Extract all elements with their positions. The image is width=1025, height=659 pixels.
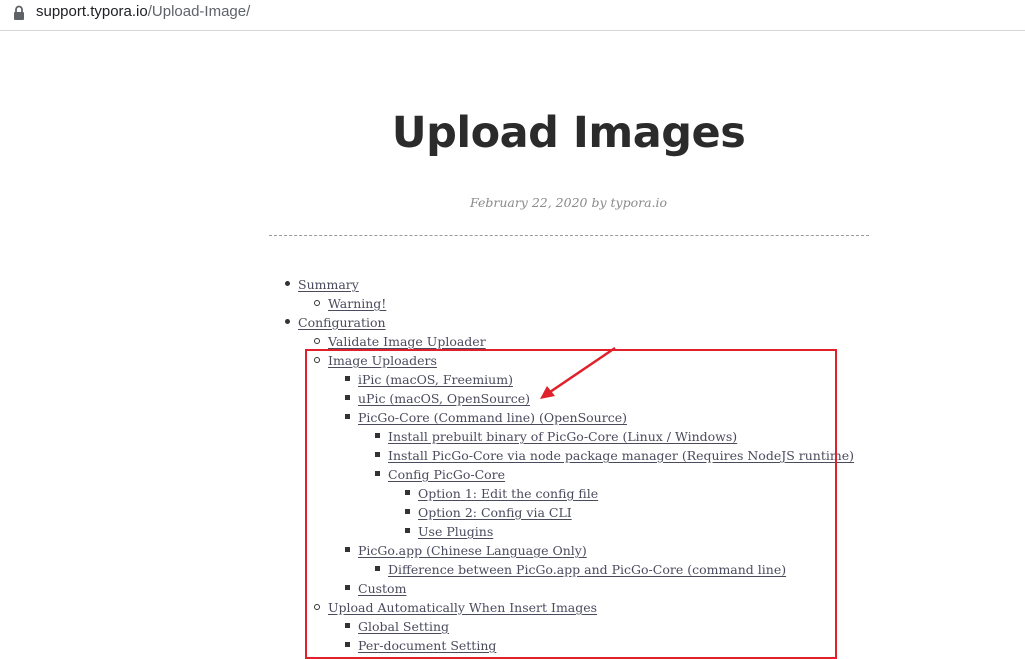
toc-item: Custom — [0, 578, 1025, 597]
toc-item: Install PicGo-Core via node package mana… — [0, 445, 1025, 464]
toc-link[interactable]: Global Setting — [358, 619, 449, 634]
toc-item: uPic (macOS, OpenSource) — [0, 388, 1025, 407]
toc-link[interactable]: Install prebuilt binary of PicGo-Core (L… — [388, 429, 737, 444]
toc-item: Image Uploaders — [0, 350, 1025, 369]
toc-link[interactable]: Option 2: Config via CLI — [418, 505, 572, 520]
toc-item: Option 2: Config via CLI — [0, 502, 1025, 521]
toc-link[interactable]: Image Uploaders — [328, 353, 437, 368]
toc-item: Difference between PicGo.app and PicGo-C… — [0, 559, 1025, 578]
toc-item: Upload Automatically When Insert Images — [0, 597, 1025, 616]
toc-link[interactable]: PicGo.app (Chinese Language Only) — [358, 543, 587, 558]
toc-link[interactable]: Custom — [358, 581, 406, 596]
lock-icon[interactable] — [12, 5, 26, 21]
url-host: support.typora.io — [36, 3, 148, 20]
toc-item: Summary — [0, 274, 1025, 293]
toc-link[interactable]: uPic (macOS, OpenSource) — [358, 391, 530, 406]
toc-item: Configuration — [0, 312, 1025, 331]
toc-link[interactable]: Config PicGo-Core — [388, 467, 505, 482]
toc-link[interactable]: Configuration — [298, 315, 386, 330]
toc-item: iPic (macOS, Freemium) — [0, 369, 1025, 388]
address-bar[interactable]: support.typora.io/Upload-Image/ — [0, 0, 1025, 31]
toc-link[interactable]: Option 1: Edit the config file — [418, 486, 598, 501]
toc-item: Use Plugins — [0, 521, 1025, 540]
toc-link[interactable]: Warning! — [328, 296, 386, 311]
toc-link[interactable]: Summary — [298, 277, 359, 292]
page-title: Upload Images — [391, 108, 746, 158]
toc-item: Option 1: Edit the config file — [0, 483, 1025, 502]
toc-list: Summary Warning! Configuration Validate Ima… — [0, 274, 1025, 654]
table-of-contents: Summary Warning! Configuration Validate Ima… — [0, 274, 1025, 654]
url-text[interactable]: support.typora.io/Upload-Image/ — [36, 3, 250, 20]
toc-item: Warning! — [0, 293, 1025, 312]
toc-item: PicGo-Core (Command line) (OpenSource) — [0, 407, 1025, 426]
toc-item: Per-document Setting — [0, 635, 1025, 654]
post-meta: February 22, 2020 by typora.io — [469, 195, 668, 210]
toc-link[interactable]: Upload Automatically When Insert Images — [328, 600, 597, 615]
toc-link[interactable]: PicGo-Core (Command line) (OpenSource) — [358, 410, 627, 425]
toc-link[interactable]: Difference between PicGo.app and PicGo-C… — [388, 562, 786, 577]
divider — [269, 235, 869, 236]
toc-item: PicGo.app (Chinese Language Only) — [0, 540, 1025, 559]
toc-link[interactable]: Use Plugins — [418, 524, 493, 539]
url-path: /Upload-Image/ — [147, 3, 251, 20]
toc-item: Install prebuilt binary of PicGo-Core (L… — [0, 426, 1025, 445]
toc-item: Config PicGo-Core — [0, 464, 1025, 483]
toc-item: Global Setting — [0, 616, 1025, 635]
toc-item: Validate Image Uploader — [0, 331, 1025, 350]
toc-link[interactable]: Validate Image Uploader — [328, 334, 486, 349]
toc-link[interactable]: Per-document Setting — [358, 638, 496, 653]
toc-link[interactable]: Install PicGo-Core via node package mana… — [388, 448, 854, 463]
toc-link[interactable]: iPic (macOS, Freemium) — [358, 372, 513, 387]
